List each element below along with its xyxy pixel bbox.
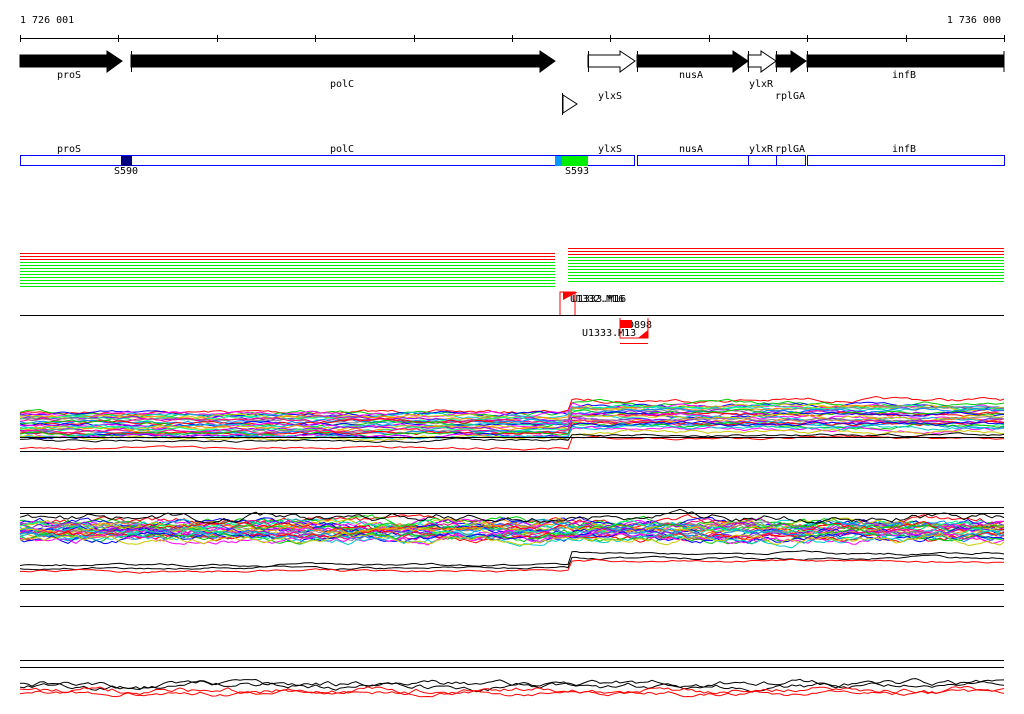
feature-label: U1333.M16: [572, 294, 626, 305]
ruler-end-label: 1 736 000: [947, 15, 1001, 26]
gene-arrow-polC: [130, 50, 556, 73]
expression-lines-track: [20, 248, 1004, 316]
genome-browser-canvas: 1 726 001 1 736 000 proS polC ylxS nusA ylxR…: [19, 15, 1005, 698]
gene-arrow-nusA: [636, 50, 749, 73]
small-gene-arrow: [562, 94, 578, 114]
ruler-start-label: 1 726 001: [20, 15, 74, 26]
segment-marker: [121, 156, 132, 166]
segment-label: rplGA: [775, 144, 805, 155]
segment-marker: [555, 156, 562, 166]
profile-trace: [20, 678, 1005, 691]
segment-track: proS polC ylxS nusA ylxR rplGA infB S590 S593: [20, 144, 1005, 177]
feature-track: U1332.M16 U1333.M16 D898 U1333.M13: [559, 291, 652, 344]
coordinate-ruler: [20, 35, 1005, 42]
segment-box: [748, 155, 777, 166]
profile-trace: [19, 554, 1005, 571]
segment-box: [20, 155, 635, 166]
gene-arrow-proS: [19, 50, 123, 73]
gene-label: ylxR: [749, 79, 774, 90]
gene-arrow-ylxS: [587, 50, 636, 73]
marker-label: S590: [114, 166, 138, 177]
segment-label: ylxR: [749, 144, 774, 155]
feature-mark: [638, 330, 648, 338]
segment-label: infB: [892, 144, 916, 155]
gene-label: rplGA: [775, 91, 805, 102]
segment-marker: [562, 156, 588, 166]
segment-box: [807, 155, 1005, 166]
segment-label: ylxS: [598, 144, 622, 155]
feature-mark: [620, 320, 632, 328]
segment-box: [776, 155, 806, 166]
marker-label: S593: [565, 166, 589, 177]
segment-label: polC: [330, 144, 354, 155]
gene-label: infB: [892, 70, 916, 81]
gene-label: ylxS: [598, 91, 622, 102]
segment-box: [637, 155, 749, 166]
profile-trace: [20, 558, 1004, 574]
gene-label: proS: [57, 70, 81, 81]
feature-label: U1333.M13: [582, 328, 636, 339]
segment-label: nusA: [679, 144, 703, 155]
gene-label: polC: [330, 79, 354, 90]
gene-arrow-ylxR: [747, 50, 777, 73]
gene-arrow-infB: [806, 51, 1005, 72]
gene-label: nusA: [679, 70, 703, 81]
gene-arrow-rplGA: [775, 50, 807, 73]
profile-traces: [19, 395, 1005, 698]
gene-track: proS polC ylxS nusA ylxRrplGA infB: [19, 50, 1005, 115]
segment-label: proS: [57, 144, 81, 155]
